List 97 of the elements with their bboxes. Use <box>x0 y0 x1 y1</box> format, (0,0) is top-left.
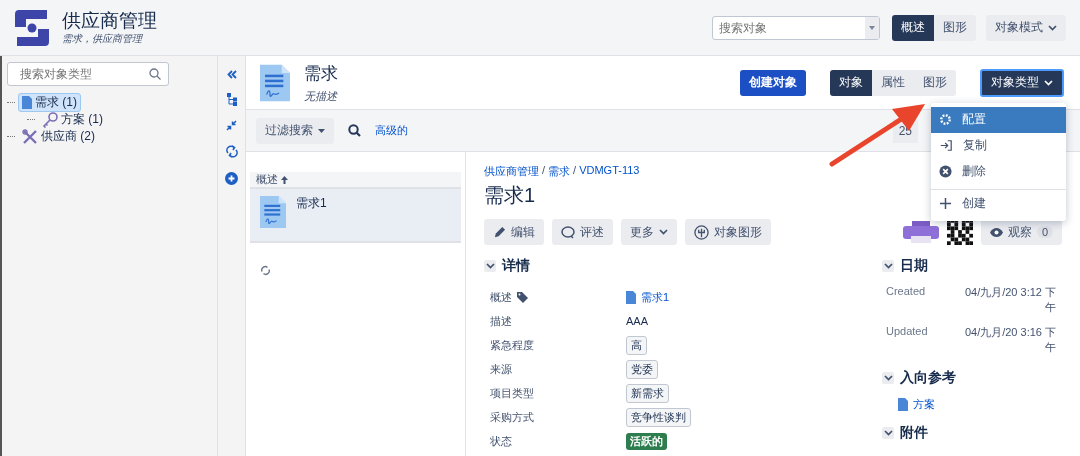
chevron-down-icon <box>485 263 495 269</box>
refresh-icon[interactable] <box>260 265 271 276</box>
mode-button[interactable]: 对象模式 <box>986 14 1066 41</box>
type-tab[interactable]: 图形 <box>914 69 956 96</box>
tree-item[interactable]: 需求 (1) <box>18 93 81 112</box>
watch-button[interactable]: 观察 0 <box>980 219 1062 245</box>
date-label: Created <box>886 285 927 299</box>
column-header[interactable]: 概述 <box>256 172 278 187</box>
view-tab[interactable]: 图形 <box>934 14 976 41</box>
tag-icon <box>517 291 528 303</box>
comment-icon <box>561 225 575 239</box>
app-subtitle: 需求，供应商管理 <box>62 31 144 46</box>
enter-icon <box>939 139 953 152</box>
watch-count: 0 <box>1036 226 1053 238</box>
tree-item[interactable]: 供应商 (2) <box>18 127 99 146</box>
chevron-down-icon <box>1048 24 1057 31</box>
type-tab[interactable]: 属性 <box>872 69 914 96</box>
breadcrumb-link[interactable]: 供应商管理 <box>484 164 539 179</box>
add-icon[interactable] <box>225 172 238 185</box>
eye-icon <box>989 227 1003 237</box>
date-value: 04/九月/20 3:16 下午 <box>963 325 1056 355</box>
document-icon <box>22 96 32 109</box>
key-icon <box>42 111 58 128</box>
breadcrumb-separator: / <box>542 164 546 178</box>
chevron-down-icon <box>883 430 893 436</box>
type-search-field[interactable]: 搜索对象类型 <box>7 62 169 86</box>
field-label: 采购方式 <box>490 409 534 425</box>
search-icon[interactable] <box>348 124 361 137</box>
field-label: 描述 <box>490 313 512 329</box>
menu-item[interactable]: 创建 <box>931 188 1066 217</box>
document-icon <box>626 290 636 304</box>
object-list-item[interactable]: 需求1 <box>250 189 461 243</box>
status-badge: 活跃的 <box>626 432 667 450</box>
section-title[interactable]: 附件 <box>900 424 928 442</box>
pencil-icon <box>493 225 506 239</box>
value-tag: 高 <box>626 335 647 355</box>
dropdown-caret-icon[interactable] <box>865 16 879 39</box>
action-button[interactable]: 更多 <box>621 219 677 245</box>
app-logo <box>12 7 52 48</box>
shrink-icon[interactable] <box>226 120 237 131</box>
object-type-menu-button[interactable]: 对象类型 <box>980 68 1064 97</box>
object-title: 需求1 <box>484 183 536 208</box>
tools-icon <box>22 128 38 145</box>
document-icon <box>260 63 290 102</box>
field-label: 状态 <box>490 433 512 449</box>
view-tab[interactable]: 概述 <box>892 14 934 41</box>
menu-item[interactable]: 删除 <box>931 158 1066 185</box>
refresh-icon[interactable] <box>225 145 238 158</box>
document-icon <box>260 195 286 229</box>
object-type-description: 无描述 <box>304 88 338 104</box>
document-icon <box>898 398 908 411</box>
type-tab[interactable]: 对象 <box>830 69 872 96</box>
menu-item[interactable]: 复制 <box>931 132 1066 159</box>
value-tag: 新需求 <box>626 383 669 403</box>
section-title[interactable]: 日期 <box>900 257 928 275</box>
date-value: 04/九月/20 3:12 下午 <box>963 285 1056 315</box>
field-value: AAA <box>626 315 649 327</box>
create-object-button[interactable]: 创建对象 <box>740 69 806 96</box>
filter-search-button[interactable]: 过滤搜索 <box>256 117 334 144</box>
value-tag: 党委 <box>626 359 658 379</box>
field-label: 概述 <box>490 289 512 305</box>
printer-icon[interactable] <box>902 221 939 243</box>
chevron-down-icon <box>659 229 668 235</box>
breadcrumb-separator: / <box>573 164 577 178</box>
chevron-down-icon <box>1044 79 1053 86</box>
object-type-name: 需求 <box>304 62 338 85</box>
tree-item[interactable]: 方案 (1) <box>38 110 107 129</box>
collapse-icon[interactable] <box>226 70 237 79</box>
qr-code-icon[interactable] <box>946 219 973 245</box>
field-label: 来源 <box>490 361 512 377</box>
chevron-down-icon <box>883 375 893 381</box>
section-title[interactable]: 入向参考 <box>900 369 956 387</box>
caret-icon <box>318 128 325 133</box>
graph-icon <box>694 224 709 240</box>
action-button[interactable]: 评述 <box>552 219 613 245</box>
action-button[interactable]: 编辑 <box>484 219 544 245</box>
hierarchy-icon[interactable] <box>226 93 237 106</box>
action-button[interactable]: 对象图形 <box>685 219 771 245</box>
breadcrumb-link[interactable]: VDMGT-113 <box>579 164 640 179</box>
chevron-down-icon <box>883 263 893 269</box>
advanced-search-link[interactable]: 高级的 <box>375 123 408 138</box>
reference-link[interactable]: 方案 <box>913 397 935 412</box>
remove-icon <box>939 165 952 178</box>
section-title[interactable]: 详情 <box>502 257 530 275</box>
object-search-field[interactable]: 搜索对象 <box>712 15 880 40</box>
menu-item[interactable]: 配置 <box>931 106 1066 133</box>
sort-up-icon <box>281 175 288 184</box>
plus-icon <box>939 196 952 210</box>
date-label: Updated <box>886 325 929 339</box>
value-tag: 竞争性谈判 <box>626 407 691 427</box>
field-label: 项目类型 <box>490 385 534 401</box>
field-label: 紧急程度 <box>490 337 534 353</box>
gear-icon <box>939 113 952 126</box>
object-link[interactable]: 需求1 <box>641 289 670 305</box>
app-title: 供应商管理 <box>62 9 157 32</box>
breadcrumb-link[interactable]: 需求 <box>548 164 571 179</box>
search-icon <box>149 68 161 80</box>
